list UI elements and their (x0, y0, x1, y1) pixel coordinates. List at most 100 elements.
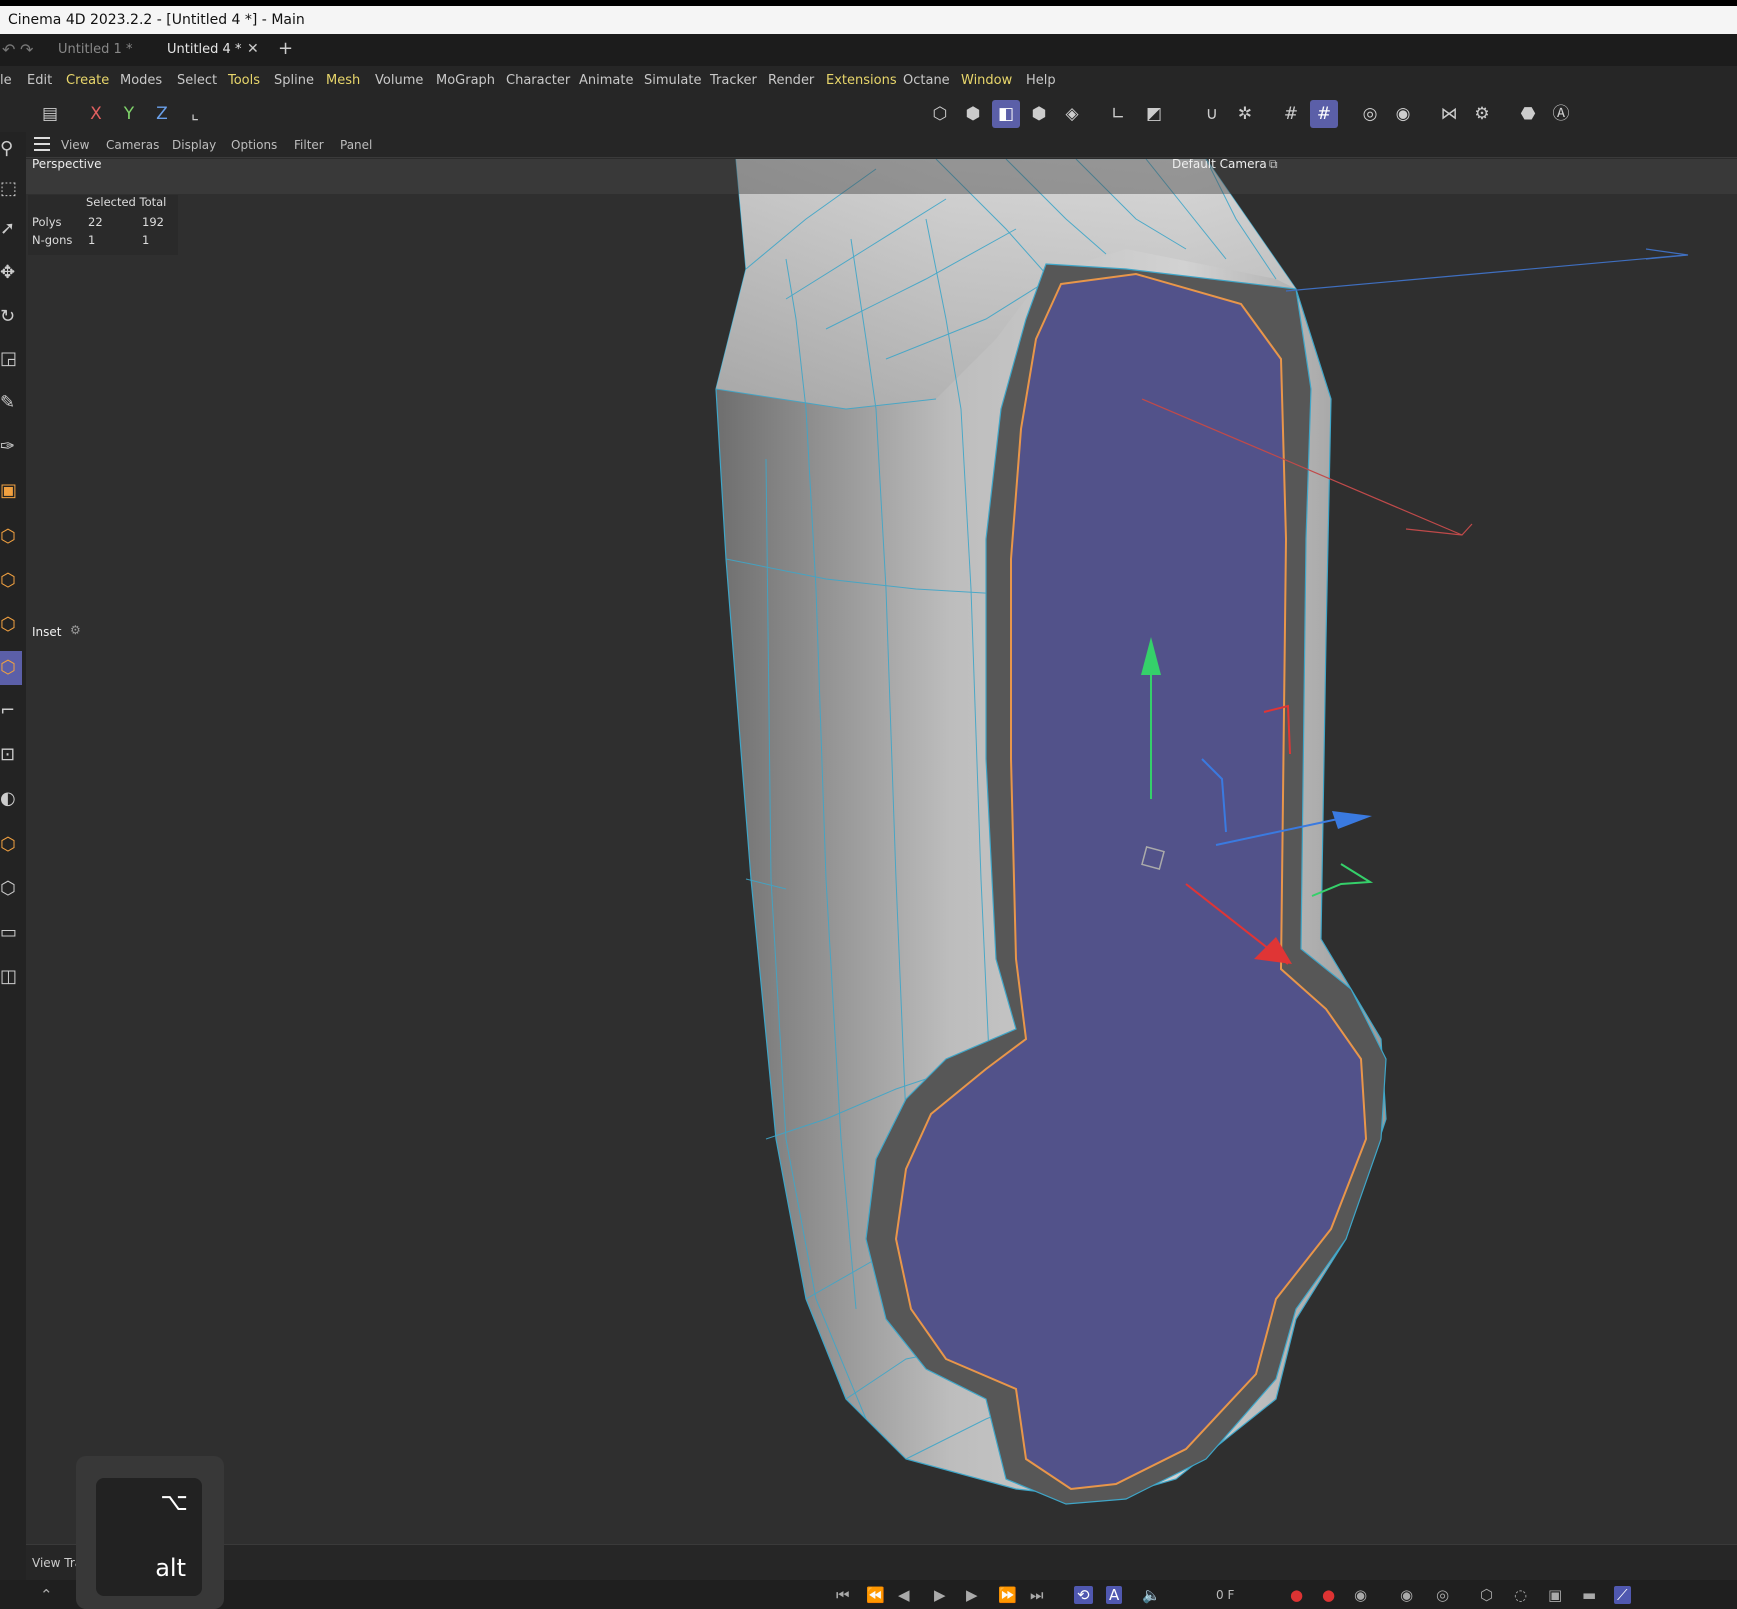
menu-character[interactable]: Character (506, 73, 570, 88)
model-mode-icon[interactable]: ⬢ (1025, 100, 1053, 128)
menu-render[interactable]: Render (768, 73, 814, 88)
generator-icon[interactable]: ⬡ (0, 564, 22, 598)
material-icon[interactable]: ⬡ (0, 872, 22, 906)
motion-layer-icon[interactable]: ▬ (1582, 1586, 1596, 1604)
hamburger-menu-icon[interactable] (34, 137, 50, 151)
scale-icon[interactable]: ◲ (0, 342, 22, 376)
auto-key-icon[interactable]: Ⓐ (1547, 100, 1575, 128)
current-frame-field[interactable]: 0 F (1216, 1588, 1234, 1602)
symmetry-icon[interactable]: ⋈ (1435, 100, 1463, 128)
move-icon[interactable]: ✥ (0, 256, 22, 290)
timeline-expand-icon[interactable]: ⌃ (40, 1586, 53, 1604)
autokey-record-icon[interactable]: ● (1322, 1586, 1335, 1604)
perspective-viewport[interactable]: Perspective Default Camera ⧉ Selected To… (26, 159, 1737, 1544)
selection-icon[interactable]: ⬚ (0, 172, 22, 206)
prev-key-icon[interactable]: ⏪ (866, 1586, 885, 1604)
undo-icon[interactable]: ↶ (2, 40, 15, 59)
menu-help[interactable]: Help (1026, 73, 1056, 88)
polygon-tool-icon[interactable]: ⬡ (0, 651, 22, 685)
tool-settings-icon[interactable]: ⚙ (70, 623, 81, 637)
octane-icon[interactable]: ⬣ (1514, 100, 1542, 128)
polygons-mode-icon[interactable]: ◧ (992, 100, 1020, 128)
viewport-menu-cameras[interactable]: Cameras (106, 138, 159, 152)
camera-toggle-icon[interactable]: ⧉ (1269, 159, 1278, 172)
viewport-menu-view[interactable]: View (61, 138, 89, 152)
sketch-icon[interactable]: ✑ (0, 430, 22, 464)
goto-end-icon[interactable]: ⏭ (1030, 1586, 1044, 1604)
viewport-menu-display[interactable]: Display (172, 138, 216, 152)
menu-file[interactable]: le (0, 73, 12, 88)
x-axis-lock-button[interactable]: X (82, 100, 110, 128)
menu-simulate[interactable]: Simulate (644, 73, 701, 88)
cube-object-icon[interactable]: ⬡ (0, 520, 22, 554)
snap-magnet-icon[interactable]: ∪ (1198, 100, 1226, 128)
tab-close-button[interactable]: ✕ (247, 41, 259, 57)
render-view-icon[interactable]: ◎ (1356, 100, 1384, 128)
search-icon[interactable]: ⚲ (0, 132, 22, 166)
sky-icon[interactable]: ◫ (0, 960, 22, 994)
tab-untitled-1[interactable]: Untitled 1 * (58, 42, 132, 57)
auto-keying-icon[interactable]: A (1106, 1586, 1123, 1604)
key-pla-icon[interactable]: ▣ (1548, 1586, 1562, 1604)
interpolation-icon[interactable]: ⟋ (1614, 1586, 1631, 1604)
play-icon[interactable]: ▶ (934, 1586, 946, 1604)
keyframe-selection-icon[interactable]: ◉ (1354, 1586, 1367, 1604)
rotate-icon[interactable]: ↻ (0, 300, 22, 334)
menu-select[interactable]: Select (177, 73, 217, 88)
viewport-menu-filter[interactable]: Filter (294, 138, 324, 152)
live-select-icon[interactable]: ➚ (0, 212, 22, 246)
loop-icon[interactable]: ⟲ (1074, 1586, 1093, 1604)
menu-window[interactable]: Window (961, 73, 1012, 88)
edges-mode-icon[interactable]: ⬢ (959, 100, 987, 128)
pen-icon[interactable]: ✎ (0, 386, 22, 420)
key-rotation-icon[interactable]: ◎ (1436, 1586, 1449, 1604)
scene-icon[interactable]: ⬡ (0, 828, 22, 862)
snap-settings-icon[interactable]: ✲ (1231, 100, 1259, 128)
render-settings-icon[interactable]: ◉ (1389, 100, 1417, 128)
camera-icon[interactable]: ◐ (0, 782, 22, 816)
menu-tools[interactable]: Tools (228, 73, 260, 88)
deformer-icon[interactable]: ⬡ (0, 608, 22, 642)
menu-tracker[interactable]: Tracker (710, 73, 757, 88)
prev-frame-icon[interactable]: ◀ (898, 1586, 910, 1604)
points-mode-icon[interactable]: ⬡ (926, 100, 954, 128)
next-frame-icon[interactable]: ▶ (966, 1586, 978, 1604)
menu-create[interactable]: Create (66, 73, 109, 88)
tab-untitled-4[interactable]: Untitled 4 * (167, 42, 241, 57)
viewport-menu-panel[interactable]: Panel (340, 138, 372, 152)
dock-layout-icon[interactable]: ▤ (36, 100, 64, 128)
redo-icon[interactable]: ↷ (20, 40, 33, 59)
menu-animate[interactable]: Animate (579, 73, 633, 88)
menu-edit[interactable]: Edit (27, 73, 52, 88)
axis-mode-icon[interactable]: ∟ (1104, 100, 1132, 128)
sound-icon[interactable]: 🔈 (1142, 1586, 1161, 1604)
solo-icon[interactable]: ◩ (1140, 100, 1168, 128)
key-position-icon[interactable]: ◉ (1400, 1586, 1413, 1604)
y-axis-lock-button[interactable]: Y (115, 100, 143, 128)
coordinate-system-icon[interactable]: ⌞ (181, 100, 209, 128)
key-param-icon[interactable]: ◌ (1514, 1586, 1527, 1604)
grid-icon[interactable]: # (1277, 100, 1305, 128)
default-camera-label[interactable]: Default Camera (1172, 159, 1267, 171)
workplane-grid-icon[interactable]: # (1310, 100, 1338, 128)
plane-object-icon[interactable]: ▣ (0, 474, 22, 508)
menu-extensions[interactable]: Extensions (826, 73, 897, 88)
bend-icon[interactable]: ⌐ (0, 694, 22, 728)
menu-spline[interactable]: Spline (274, 73, 314, 88)
symmetry-settings-icon[interactable]: ⚙ (1468, 100, 1496, 128)
record-icon[interactable]: ● (1290, 1586, 1303, 1604)
viewport-menu-options[interactable]: Options (231, 138, 277, 152)
uv-mode-icon[interactable]: ◈ (1058, 100, 1086, 128)
key-scale-icon[interactable]: ⬡ (1480, 1586, 1493, 1604)
floor-icon[interactable]: ▭ (0, 916, 22, 950)
menu-mograph[interactable]: MoGraph (436, 73, 495, 88)
menu-volume[interactable]: Volume (375, 73, 423, 88)
field-icon[interactable]: ⊡ (0, 738, 22, 772)
menu-modes[interactable]: Modes (120, 73, 162, 88)
goto-start-icon[interactable]: ⏮ (836, 1586, 850, 1604)
new-tab-button[interactable]: + (278, 38, 293, 59)
menu-mesh[interactable]: Mesh (326, 73, 360, 88)
z-axis-lock-button[interactable]: Z (148, 100, 176, 128)
next-key-icon[interactable]: ⏩ (998, 1586, 1017, 1604)
menu-octane[interactable]: Octane (903, 73, 950, 88)
